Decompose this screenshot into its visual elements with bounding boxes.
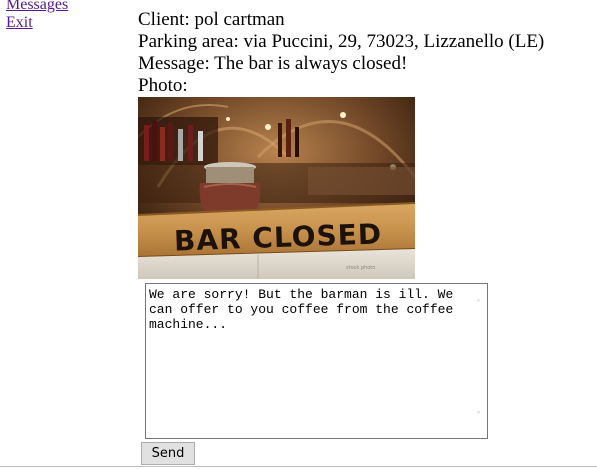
chevron-up-icon[interactable]: ˄ [474,300,483,310]
attached-photo: BAR CLOSED stock photo [138,97,415,279]
reply-scrollbar[interactable]: ˄ ˅ [470,284,487,438]
side-nav: Messages Exit [6,0,68,32]
messages-link[interactable]: Messages [6,0,68,14]
exit-link[interactable]: Exit [6,14,68,32]
parking-area-line: Parking area: via Puccini, 29, 73023, Li… [138,31,545,52]
bottom-divider [0,466,597,467]
photo-label: Photo: [138,75,188,96]
message-detail: Client: pol cartman Parking area: via Pu… [138,9,578,465]
chevron-down-icon[interactable]: ˅ [474,412,483,422]
send-button[interactable]: Send [141,442,195,465]
photo-watermark: stock photo [346,265,375,271]
message-line: Message: The bar is always closed! [138,53,408,74]
client-line: Client: pol cartman [138,9,285,30]
reply-box: We are sorry! But the barman is ill. We … [145,283,488,439]
reply-textarea[interactable]: We are sorry! But the barman is ill. We … [146,284,468,438]
